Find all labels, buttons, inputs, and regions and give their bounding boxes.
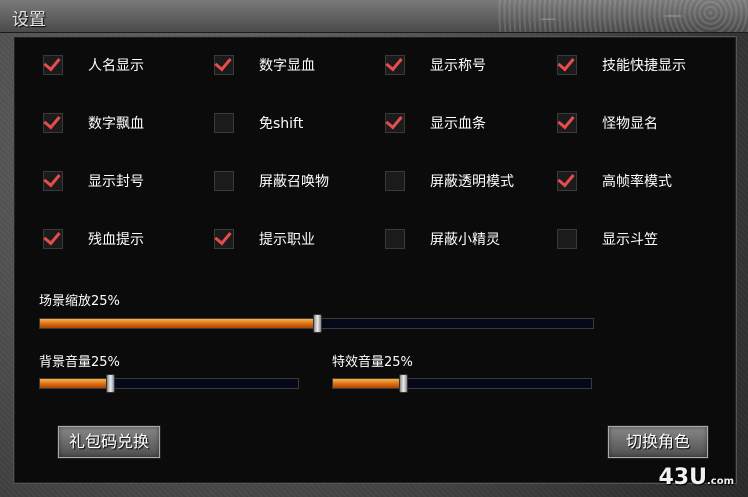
checkbox-show-nickname[interactable] bbox=[43, 171, 63, 191]
checkbox-no-shift[interactable] bbox=[214, 113, 234, 133]
scene-zoom-slider[interactable] bbox=[39, 314, 594, 333]
checkbox-show-hat[interactable] bbox=[557, 229, 577, 249]
logo-main: 43U bbox=[658, 465, 707, 490]
label-monster-name: 怪物显名 bbox=[602, 116, 658, 132]
checkbox-name-display[interactable] bbox=[43, 55, 63, 75]
window-title: 设置 bbox=[12, 10, 46, 30]
logo-suffix: .com bbox=[706, 476, 734, 487]
checkbox-skill-shortcut[interactable] bbox=[557, 55, 577, 75]
fx-volume-handle[interactable] bbox=[398, 374, 408, 393]
settings-panel bbox=[13, 36, 737, 484]
gift-code-button[interactable]: 礼包码兑换 bbox=[57, 425, 161, 459]
label-show-nickname: 显示封号 bbox=[88, 174, 144, 190]
bg-volume-slider[interactable] bbox=[39, 374, 299, 393]
label-hide-sprite: 屏蔽小精灵 bbox=[430, 232, 500, 248]
checkbox-transparent-mode[interactable] bbox=[385, 171, 405, 191]
checkbox-monster-name[interactable] bbox=[557, 113, 577, 133]
checkbox-number-hp[interactable] bbox=[214, 55, 234, 75]
fx-volume-label: 特效音量25% bbox=[332, 355, 413, 370]
bg-volume-label: 背景音量25% bbox=[39, 355, 120, 370]
checkbox-show-hp-bar[interactable] bbox=[385, 113, 405, 133]
scene-zoom-fill bbox=[40, 319, 317, 328]
label-name-display: 人名显示 bbox=[88, 58, 144, 74]
title-bar: 设置 bbox=[0, 0, 748, 33]
checkbox-high-fps[interactable] bbox=[557, 171, 577, 191]
switch-role-button[interactable]: 切换角色 bbox=[607, 425, 709, 459]
fx-volume-slider[interactable] bbox=[332, 374, 592, 393]
label-no-shift: 免shift bbox=[259, 116, 304, 132]
checkbox-show-title[interactable] bbox=[385, 55, 405, 75]
label-transparent-mode: 屏蔽透明模式 bbox=[430, 174, 514, 190]
checkbox-low-hp-alert[interactable] bbox=[43, 229, 63, 249]
dragon-ornament-icon bbox=[498, 0, 748, 32]
label-number-hp: 数字显血 bbox=[259, 58, 315, 74]
label-floating-damage: 数字飘血 bbox=[88, 116, 144, 132]
label-show-class: 提示职业 bbox=[259, 232, 315, 248]
checkbox-hide-summons[interactable] bbox=[214, 171, 234, 191]
label-show-title: 显示称号 bbox=[430, 58, 486, 74]
site-logo: 43U.com bbox=[658, 465, 734, 490]
bg-volume-handle[interactable] bbox=[105, 374, 115, 393]
label-show-hat: 显示斗笠 bbox=[602, 232, 658, 248]
checkbox-show-class[interactable] bbox=[214, 229, 234, 249]
label-high-fps: 高帧率模式 bbox=[602, 174, 672, 190]
label-hide-summons: 屏蔽召唤物 bbox=[259, 174, 329, 190]
scene-zoom-handle[interactable] bbox=[312, 314, 322, 333]
scene-zoom-label: 场景缩放25% bbox=[39, 294, 120, 309]
label-low-hp-alert: 残血提示 bbox=[88, 232, 144, 248]
label-show-hp-bar: 显示血条 bbox=[430, 116, 486, 132]
label-skill-shortcut: 技能快捷显示 bbox=[602, 58, 686, 74]
checkbox-hide-sprite[interactable] bbox=[385, 229, 405, 249]
settings-window: 设置 人名显示 数字显血 显示称号 技能快捷显示 数字飘血 免shift 显示血… bbox=[0, 0, 748, 497]
bg-volume-fill bbox=[40, 379, 110, 388]
checkbox-floating-damage[interactable] bbox=[43, 113, 63, 133]
fx-volume-fill bbox=[333, 379, 403, 388]
